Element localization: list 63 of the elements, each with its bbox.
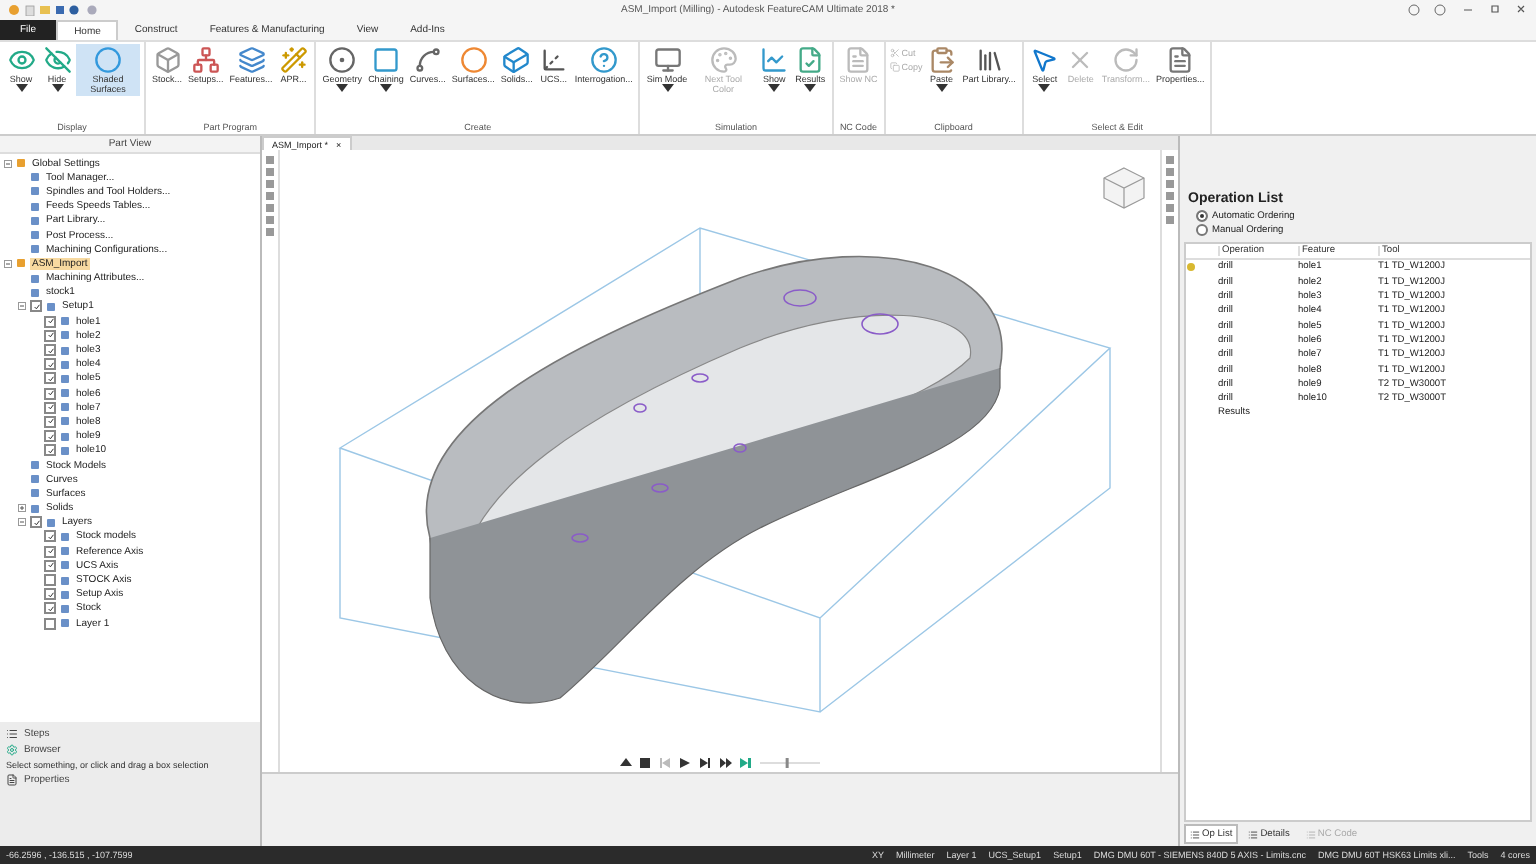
checkbox[interactable] (44, 545, 56, 558)
document-icon (844, 46, 873, 74)
rotate-icon (1111, 46, 1140, 74)
chart-icon (760, 46, 789, 74)
eye-icon (7, 46, 35, 74)
playback-icon[interactable] (700, 758, 712, 768)
list-icon (6, 728, 18, 740)
checkbox[interactable] (44, 559, 56, 572)
properties-icon (6, 774, 18, 786)
collapse-icon[interactable] (4, 159, 12, 168)
checkbox[interactable] (30, 300, 42, 313)
checkbox[interactable] (44, 430, 56, 443)
collapse-icon[interactable] (4, 259, 12, 268)
window-controls-icon[interactable] (1408, 4, 1528, 16)
curve-icon (413, 46, 442, 74)
wand-icon (279, 46, 308, 74)
checkbox[interactable] (44, 617, 56, 630)
playback-icon[interactable] (720, 758, 732, 768)
paste-icon (927, 46, 956, 74)
tab-icon (1248, 829, 1259, 839)
checkbox[interactable] (44, 372, 56, 385)
speed-slider[interactable] (760, 758, 820, 768)
features-icon (237, 46, 266, 74)
playback-icon[interactable] (680, 758, 692, 768)
checkbox[interactable] (44, 588, 56, 601)
axes-icon (539, 46, 568, 74)
box-icon (153, 46, 181, 74)
copy-icon (889, 62, 900, 72)
checkbox[interactable] (44, 415, 56, 428)
view-cube-icon[interactable] (1102, 166, 1146, 210)
pointer-icon (1030, 46, 1059, 74)
tool-color-icon (709, 46, 738, 74)
checkbox[interactable] (44, 358, 56, 371)
expand-icon[interactable] (18, 504, 26, 513)
checkbox[interactable] (44, 344, 56, 357)
collapse-icon[interactable] (18, 302, 26, 311)
checkbox[interactable] (44, 387, 56, 400)
question-icon (589, 46, 618, 74)
checkbox[interactable] (44, 444, 56, 457)
results-icon (796, 46, 825, 74)
tab-icon (1190, 829, 1200, 839)
checkbox[interactable] (44, 401, 56, 414)
chain-icon (371, 46, 400, 74)
tab-icon (1305, 829, 1316, 839)
checkbox[interactable] (44, 315, 56, 328)
checkbox[interactable] (44, 574, 56, 587)
cube-icon (502, 46, 531, 74)
hidden-eye-icon (43, 46, 71, 74)
monitor-icon (653, 46, 682, 74)
collapse-icon[interactable] (18, 518, 26, 527)
checkbox[interactable] (44, 530, 56, 543)
library-icon (975, 46, 1004, 74)
checkbox[interactable] (44, 602, 56, 615)
checkbox[interactable] (30, 516, 42, 529)
geometry-icon (328, 46, 357, 74)
checkbox[interactable] (44, 329, 56, 342)
radio-button[interactable] (1196, 210, 1208, 222)
radio-button[interactable] (1196, 224, 1208, 236)
sphere-icon (94, 46, 122, 74)
sphere-icon (459, 46, 488, 74)
scissors-icon (889, 48, 900, 58)
properties-icon (1166, 46, 1195, 74)
setup-icon (191, 46, 220, 74)
